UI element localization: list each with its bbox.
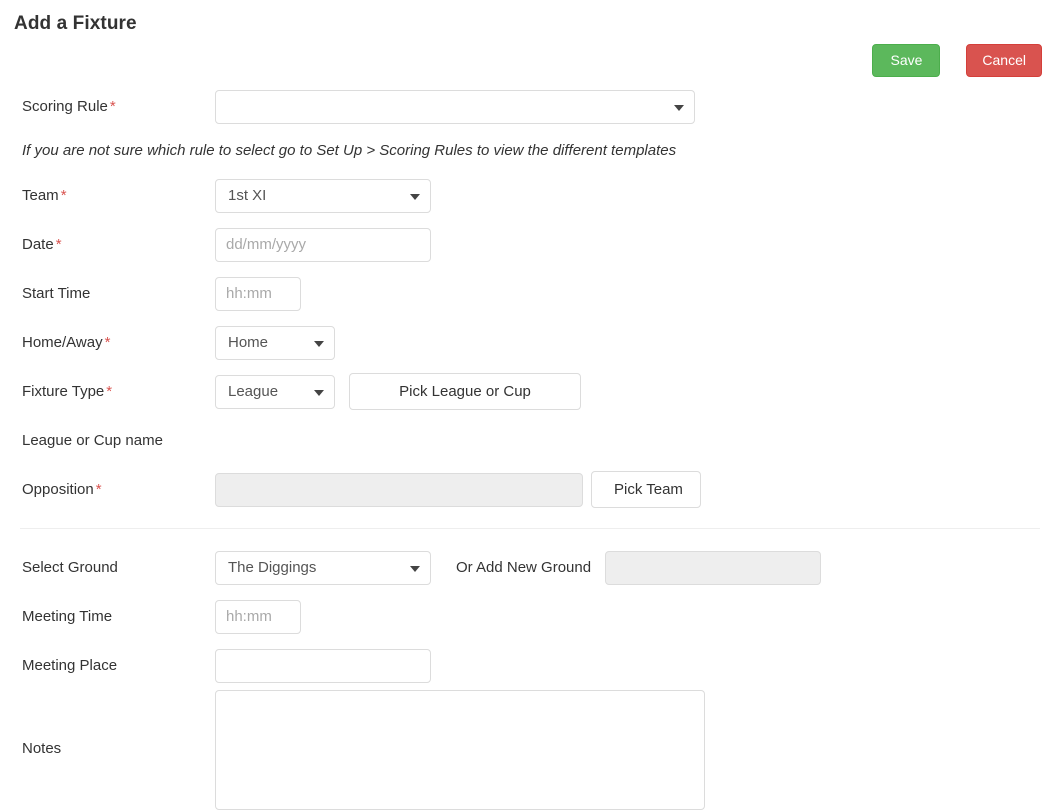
meeting-time-label: Meeting Time [22,607,113,625]
fixture-type-control: League Pick League or Cup [215,373,1050,410]
pick-team-button[interactable]: Pick Team [591,471,701,508]
chevron-down-icon [410,565,420,572]
notes-textarea[interactable] [215,690,705,810]
team-control: 1st XI [215,178,1050,213]
opposition-input[interactable] [215,472,583,507]
field-row-scoring-rule: Scoring Rule * [0,82,1050,131]
required-asterisk: * [106,382,113,400]
field-row-home-away: Home/Away * Home [0,318,1050,367]
notes-label: Notes [22,740,62,757]
league-or-cup-name-label: League or Cup name [22,431,163,449]
select-ground-label: Select Ground [22,558,118,576]
scoring-rule-label-text: Scoring Rule [22,97,108,115]
home-away-label: Home/Away * [0,334,215,352]
scoring-rule-helper-text: If you are not sure which rule to select… [22,142,677,159]
form-action-buttons: Save Cancel [872,44,1042,77]
meeting-place-control [215,648,1050,683]
date-control [215,227,1050,262]
select-ground-select[interactable]: The Diggings [215,550,431,585]
page-title: Add a Fixture [14,12,137,34]
team-select[interactable]: 1st XI [215,178,431,213]
date-input[interactable] [215,227,431,262]
add-new-ground-input[interactable] [605,550,822,585]
add-new-ground-label: Or Add New Ground [456,559,592,576]
chevron-down-icon [674,104,684,111]
required-asterisk: * [104,333,111,351]
start-time-input[interactable] [215,276,301,311]
fixture-type-select[interactable]: League [215,374,335,409]
required-asterisk: * [95,480,102,498]
fixture-type-value: League [228,383,279,400]
home-away-select[interactable]: Home [215,325,335,360]
home-away-control: Home [215,325,1050,360]
meeting-place-label: Meeting Place [22,656,118,674]
required-asterisk: * [109,97,116,115]
pick-league-or-cup-button[interactable]: Pick League or Cup [349,373,581,410]
section-divider [20,528,1040,529]
team-label-text: Team [22,186,59,204]
fixture-type-label: Fixture Type * [0,383,215,401]
meeting-time-control [215,599,1050,634]
field-row-select-ground: Select Ground The Diggings Or Add New Gr… [0,543,1050,592]
field-row-opposition: Opposition * Pick Team [0,465,1050,514]
date-label: Date * [0,236,215,254]
home-away-value: Home [228,334,269,351]
scoring-rule-label: Scoring Rule * [0,98,215,116]
field-row-meeting-place: Meeting Place [0,641,1050,690]
start-time-control [215,276,1050,311]
scoring-rule-control [215,89,1050,124]
required-asterisk: * [55,235,62,253]
opposition-label: Opposition * [0,481,215,499]
field-row-fixture-type: Fixture Type * League Pick League or Cup [0,367,1050,416]
field-row-meeting-time: Meeting Time [0,592,1050,641]
select-ground-control: The Diggings Or Add New Ground [215,550,1050,585]
field-row-notes: Notes [0,690,1050,810]
field-row-league-or-cup-name: League or Cup name [0,416,1050,465]
save-button[interactable]: Save [872,44,941,77]
fixture-type-label-text: Fixture Type [22,382,105,400]
meeting-time-input[interactable] [215,599,301,634]
select-ground-value: The Diggings [228,559,317,576]
start-time-label: Start Time [22,284,91,302]
chevron-down-icon [314,389,324,396]
field-row-start-time: Start Time [0,269,1050,318]
cancel-button[interactable]: Cancel [966,44,1042,77]
opposition-label-text: Opposition [22,480,94,498]
team-value: 1st XI [228,187,267,204]
meeting-place-input[interactable] [215,648,431,683]
required-asterisk: * [60,186,67,204]
home-away-label-text: Home/Away [22,333,103,351]
notes-control [215,690,1050,810]
field-row-team: Team * 1st XI [0,171,1050,220]
team-label: Team * [0,187,215,205]
add-fixture-form: Scoring Rule * If you are not sure which … [0,82,1050,810]
field-row-date: Date * [0,220,1050,269]
opposition-control: Pick Team [215,471,1050,508]
chevron-down-icon [314,340,324,347]
chevron-down-icon [410,193,420,200]
scoring-rule-select[interactable] [215,89,695,124]
date-label-text: Date [22,235,54,253]
